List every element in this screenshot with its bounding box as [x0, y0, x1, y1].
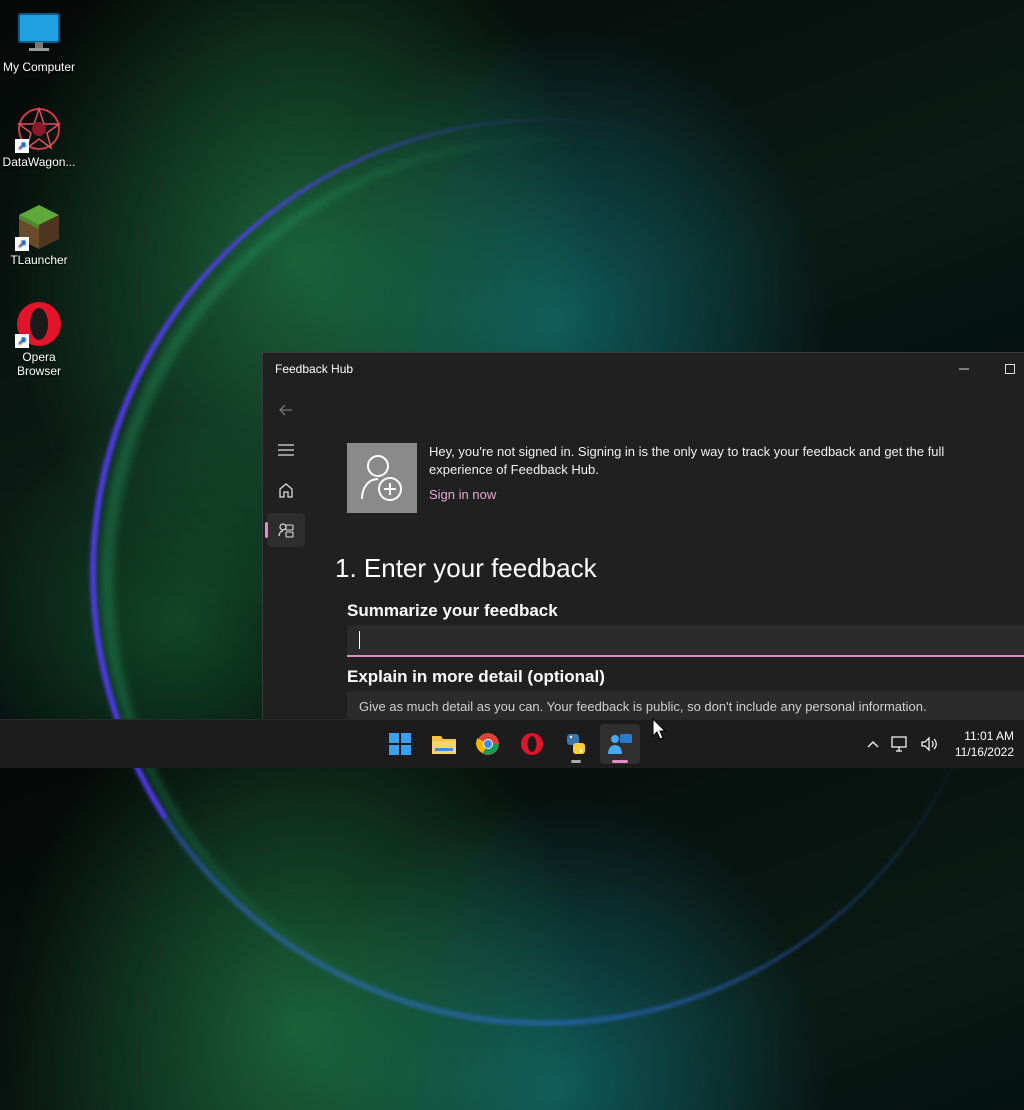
clock[interactable]: 11:01 AM 11/16/2022	[955, 728, 1014, 760]
shortcut-arrow-icon: ↗	[15, 237, 29, 251]
system-tray: 11:01 AM 11/16/2022	[861, 720, 1014, 768]
signin-banner: Hey, you're not signed in. Signing in is…	[347, 443, 1024, 513]
file-explorer-button[interactable]	[424, 724, 464, 764]
volume-icon[interactable]	[921, 736, 939, 752]
chrome-icon	[476, 733, 499, 755]
shortcut-arrow-icon: ↗	[15, 334, 29, 348]
mouse-cursor-icon	[652, 717, 667, 744]
hamburger-icon	[278, 444, 294, 456]
nav-rail	[265, 393, 307, 553]
back-button[interactable]	[267, 393, 305, 427]
start-icon	[389, 733, 411, 755]
shortcut-arrow-icon: ↗	[15, 139, 29, 153]
summary-label: Summarize your feedback	[347, 601, 558, 620]
desktop-icon-opera[interactable]: ↗ Opera Browser	[0, 300, 78, 378]
desktop-icon-label: DataWagon...	[2, 155, 76, 169]
detail-label: Explain in more detail (optional)	[347, 667, 605, 686]
add-user-icon	[347, 443, 417, 513]
page-title: 1. Enter your feedback	[335, 553, 597, 583]
start-button[interactable]	[380, 724, 420, 764]
chrome-button[interactable]	[468, 724, 508, 764]
opera-icon	[521, 733, 543, 755]
desktop-icon-label: TLauncher	[10, 253, 68, 267]
python-button[interactable]	[556, 724, 596, 764]
desktop-icon-label: Opera Browser	[16, 350, 61, 378]
back-arrow-icon	[279, 404, 292, 416]
sign-in-link[interactable]: Sign in now	[429, 487, 999, 502]
window-title: Feedback Hub	[275, 362, 354, 376]
desktop-icon-datawagon[interactable]: ↗ DataWagon...	[0, 105, 78, 169]
nav-feedback[interactable]	[265, 513, 305, 547]
taskbar: 11:01 AM 11/16/2022	[0, 719, 1024, 768]
text-caret	[359, 631, 360, 649]
desktop-icon-my-computer[interactable]: My Computer	[0, 10, 78, 74]
maximize-button[interactable]	[987, 353, 1024, 385]
clock-date: 11/16/2022	[954, 745, 1014, 759]
opera-icon: ↗	[15, 300, 63, 348]
hamburger-menu-button[interactable]	[267, 433, 305, 467]
detail-placeholder: Give as much detail as you can. Your fee…	[359, 699, 927, 714]
opera-button[interactable]	[512, 724, 552, 764]
desktop-icon-label: My Computer	[2, 60, 76, 74]
window-controls	[941, 353, 1024, 385]
minimize-button[interactable]	[941, 353, 987, 385]
taskbar-apps	[380, 724, 644, 764]
title-bar[interactable]: Feedback Hub	[263, 353, 1024, 385]
feedback-hub-window: Feedback Hub Hey, you're not signed in. …	[262, 352, 1024, 734]
datawagon-icon: ↗	[15, 105, 63, 153]
monitor-icon	[15, 10, 63, 58]
python-icon	[567, 734, 585, 754]
network-icon[interactable]	[891, 736, 909, 752]
feedback-hub-icon	[608, 734, 632, 754]
nav-home[interactable]	[267, 473, 305, 507]
feedback-hub-button[interactable]	[600, 724, 640, 764]
file-explorer-icon	[432, 736, 456, 754]
chevron-up-icon[interactable]	[867, 740, 879, 748]
summary-input[interactable]	[347, 625, 1024, 657]
desktop-icon-tlauncher[interactable]: ↗ TLauncher	[0, 203, 78, 267]
home-icon	[279, 483, 293, 498]
clock-time: 11:01 AM	[964, 729, 1014, 743]
minecraft-block-icon: ↗	[15, 203, 63, 251]
feedback-icon	[278, 523, 294, 538]
signin-message: Hey, you're not signed in. Signing in is…	[429, 444, 945, 477]
